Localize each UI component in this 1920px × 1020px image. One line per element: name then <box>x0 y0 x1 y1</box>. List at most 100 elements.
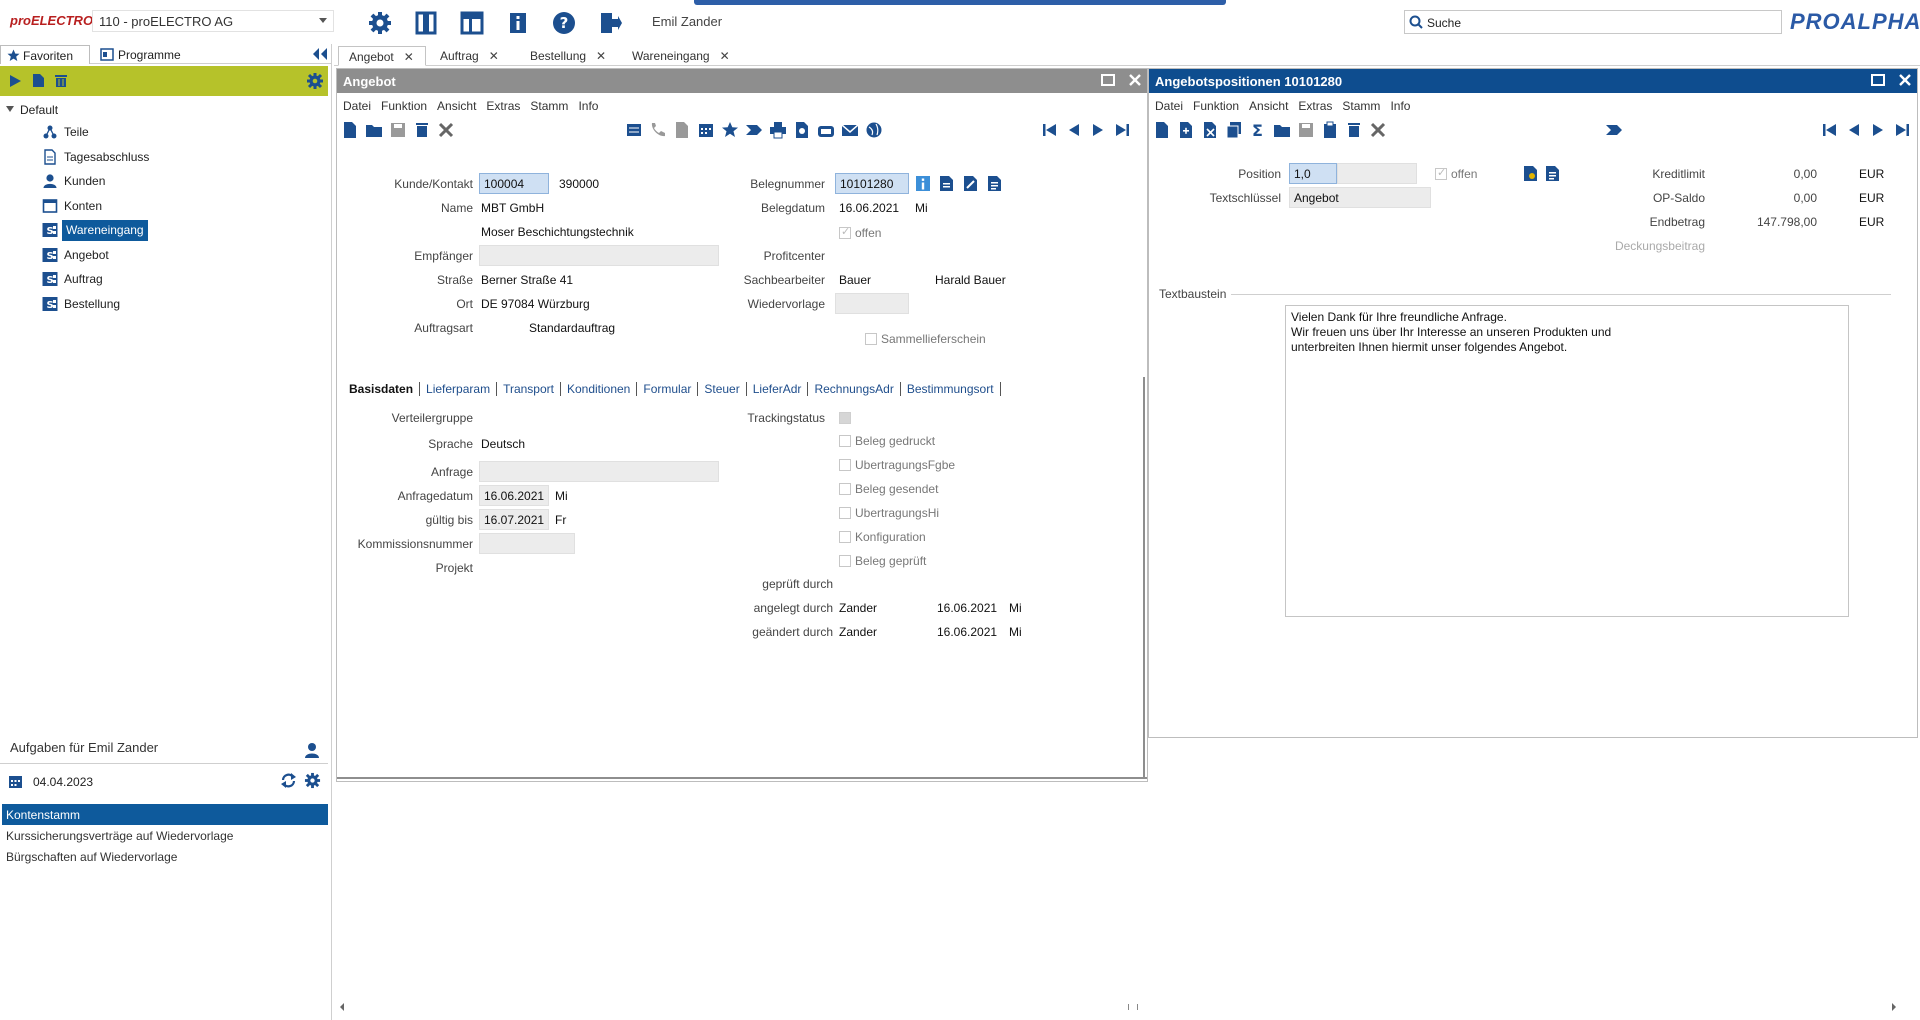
menu-item[interactable]: Datei <box>1155 99 1183 113</box>
status-checkbox[interactable] <box>839 483 851 495</box>
document-info-icon[interactable] <box>939 175 954 192</box>
position-offen-checkbox[interactable] <box>1435 166 1447 180</box>
user-icon[interactable] <box>304 742 320 758</box>
logout-icon[interactable] <box>596 9 624 37</box>
kommissionsnummer-field[interactable] <box>479 533 575 554</box>
copy-icon[interactable] <box>1225 121 1243 139</box>
prev-icon[interactable] <box>1845 121 1863 139</box>
new-position-icon[interactable] <box>1177 121 1195 139</box>
textschluessel-field[interactable]: Angebot <box>1289 187 1431 208</box>
info-icon[interactable] <box>504 9 532 37</box>
status-checkbox[interactable] <box>839 435 851 447</box>
panel-icon[interactable] <box>412 9 440 37</box>
phone-icon[interactable] <box>649 121 667 139</box>
sammellieferschein-checkbox[interactable] <box>865 333 877 345</box>
textbaustein-editor[interactable]: Vielen Dank für Ihre freundliche Anfrage… <box>1285 305 1849 617</box>
new-document-icon[interactable] <box>32 73 45 88</box>
tab-favoriten[interactable]: Favoriten <box>0 45 90 64</box>
close-icon[interactable] <box>1899 74 1911 86</box>
search-input[interactable]: Suche <box>1404 10 1782 34</box>
gueltig-bis-field[interactable]: 16.07.2021 <box>479 509 549 530</box>
globe-icon[interactable] <box>865 121 883 139</box>
subtab-rechnungsadr[interactable]: RechnungsAdr <box>808 382 901 396</box>
menu-item[interactable]: Extras <box>486 99 520 113</box>
last-icon[interactable] <box>1113 121 1131 139</box>
next-icon[interactable] <box>1089 121 1107 139</box>
subtab-formular[interactable]: Formular <box>637 382 699 396</box>
close-icon[interactable] <box>1129 74 1141 86</box>
status-checkbox[interactable] <box>839 531 851 543</box>
cancel-icon[interactable] <box>1369 121 1387 139</box>
document-icon[interactable] <box>987 175 1002 192</box>
status-checkbox[interactable] <box>839 555 851 567</box>
menu-item[interactable]: Funktion <box>381 99 427 113</box>
refresh-icon[interactable] <box>280 772 297 789</box>
position-field[interactable]: 1,0 <box>1289 163 1337 184</box>
tab-wareneingang[interactable]: Wareneingang ✕ <box>622 46 740 66</box>
gear-icon[interactable] <box>366 9 394 37</box>
list-icon[interactable] <box>625 121 643 139</box>
cancel-icon[interactable] <box>437 121 455 139</box>
save-icon[interactable] <box>1297 121 1315 139</box>
info-icon[interactable] <box>915 175 931 192</box>
next-icon[interactable] <box>1869 121 1887 139</box>
document-gray-icon[interactable] <box>673 121 691 139</box>
menu-item[interactable]: Ansicht <box>437 99 476 113</box>
delete-icon[interactable] <box>413 121 431 139</box>
position-extra-field[interactable] <box>1337 163 1417 184</box>
menu-item[interactable]: Datei <box>343 99 371 113</box>
save-icon[interactable] <box>389 121 407 139</box>
delete-icon[interactable] <box>54 73 68 88</box>
maximize-icon[interactable] <box>1871 74 1886 86</box>
task-item[interactable]: Kontenstamm <box>2 804 328 825</box>
kunde-field[interactable]: 100004 <box>479 173 549 194</box>
task-item[interactable]: Kurssicherungsverträge auf Wiedervorlage <box>2 825 328 846</box>
preview-icon[interactable] <box>793 121 811 139</box>
cancel-position-icon[interactable] <box>1201 121 1219 139</box>
calendar-icon[interactable] <box>697 121 715 139</box>
close-icon[interactable]: ✕ <box>596 49 606 63</box>
delete-icon[interactable] <box>1345 121 1363 139</box>
first-icon[interactable] <box>1821 121 1839 139</box>
belegnummer-field[interactable]: 10101280 <box>835 173 909 194</box>
tab-angebot[interactable]: Angebot ✕ <box>338 46 426 66</box>
open-folder-icon[interactable] <box>1273 121 1291 139</box>
anfrage-field[interactable] <box>479 461 719 482</box>
scroll-thumb[interactable] <box>1128 1004 1138 1010</box>
menu-item[interactable]: Ansicht <box>1249 99 1288 113</box>
scroll-left-icon[interactable] <box>338 1002 346 1012</box>
document-star-icon[interactable] <box>1523 165 1538 182</box>
star-icon[interactable] <box>721 121 739 139</box>
new-icon[interactable] <box>1153 121 1171 139</box>
status-checkbox[interactable] <box>839 507 851 519</box>
last-icon[interactable] <box>1893 121 1911 139</box>
horizontal-scrollbar[interactable] <box>338 1000 1898 1014</box>
empfaenger-field[interactable] <box>479 245 719 266</box>
company-select[interactable]: 110 - proELECTRO AG <box>92 10 334 32</box>
document-icon[interactable] <box>1545 165 1560 182</box>
forward-icon[interactable] <box>745 121 763 139</box>
mail-icon[interactable] <box>841 121 859 139</box>
help-icon[interactable]: ? <box>550 9 578 37</box>
prev-icon[interactable] <box>1065 121 1083 139</box>
tab-bestellung[interactable]: Bestellung ✕ <box>520 46 620 66</box>
offen-checkbox[interactable] <box>839 225 851 239</box>
subtab-basisdaten[interactable]: Basisdaten <box>343 382 421 396</box>
first-icon[interactable] <box>1041 121 1059 139</box>
scroll-right-icon[interactable] <box>1890 1002 1898 1012</box>
anfragedatum-field[interactable]: 16.06.2021 <box>479 485 549 506</box>
close-icon[interactable]: ✕ <box>489 49 499 63</box>
close-icon[interactable]: ✕ <box>404 50 414 64</box>
paste-icon[interactable] <box>1321 121 1339 139</box>
document-edit-icon[interactable] <box>963 175 978 192</box>
open-folder-icon[interactable] <box>365 121 383 139</box>
close-icon[interactable]: ✕ <box>720 49 730 63</box>
maximize-icon[interactable] <box>1101 74 1116 86</box>
menu-item[interactable]: Funktion <box>1193 99 1239 113</box>
wiedervorlage-field[interactable] <box>835 293 909 314</box>
subtab-transport[interactable]: Transport <box>497 382 561 396</box>
menu-item[interactable]: Stamm <box>1342 99 1380 113</box>
subtab-lieferparam[interactable]: Lieferparam <box>420 382 498 396</box>
task-item[interactable]: Bürgschaften auf Wiedervorlage <box>2 846 328 867</box>
subtab-steuer[interactable]: Steuer <box>698 382 747 396</box>
